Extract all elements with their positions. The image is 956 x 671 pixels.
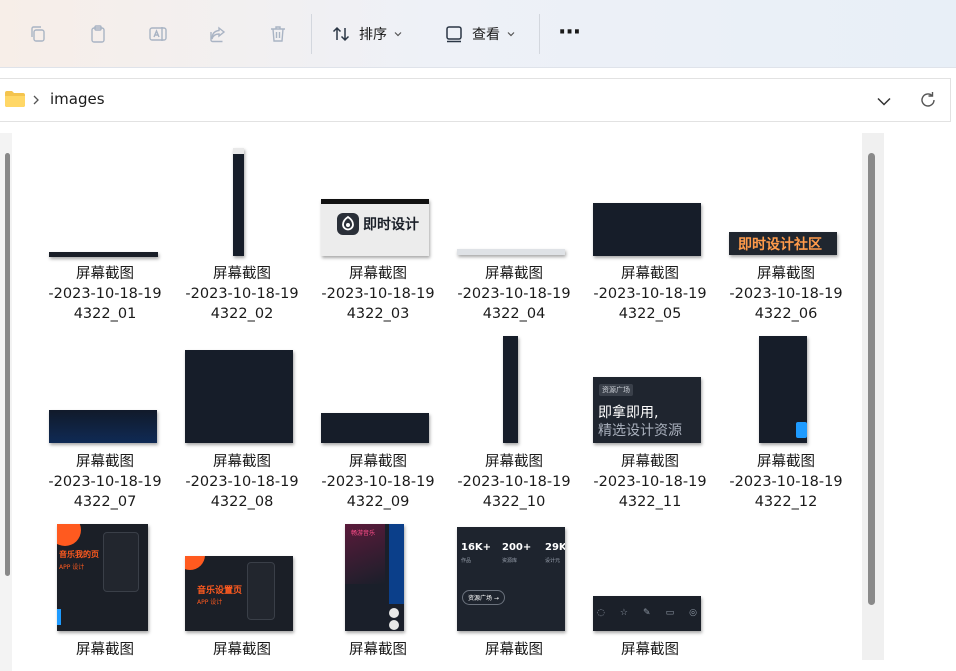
sort-label: 排序 bbox=[359, 27, 387, 43]
file-name[interactable]: 屏幕截图 -2023-10-18-19 4322_03 bbox=[313, 264, 443, 324]
file-thumbnail[interactable] bbox=[503, 336, 518, 443]
file-name[interactable]: 屏幕截图 -2023-10-18-19 4322_12 bbox=[721, 452, 851, 512]
thumbnail-text: 音乐设置页 bbox=[197, 586, 243, 596]
command-bar: 排序 查看 ··· bbox=[0, 0, 956, 68]
folder-icon bbox=[5, 91, 25, 107]
rename-icon[interactable] bbox=[146, 22, 170, 46]
stat-value: 29K bbox=[545, 542, 565, 553]
file-name[interactable]: 屏幕截图 -2023-10-18-19 4322_08 bbox=[177, 452, 307, 512]
address-dropdown-icon[interactable] bbox=[875, 92, 893, 110]
chevron-down-icon bbox=[507, 32, 515, 37]
thumbnail-text: 音乐我的页 bbox=[59, 550, 99, 559]
file-name[interactable]: 屏幕截图 -2023-10-18-19 4322_10 bbox=[449, 452, 579, 512]
view-label: 查看 bbox=[472, 27, 500, 43]
stat-caption: 设计元 bbox=[545, 558, 561, 564]
file-thumbnail[interactable]: 畅游音乐 bbox=[345, 524, 404, 631]
more-options-button[interactable]: ··· bbox=[558, 18, 581, 46]
file-name[interactable]: 屏幕截图 bbox=[40, 640, 170, 660]
file-thumbnail[interactable] bbox=[49, 252, 158, 257]
share-icon[interactable] bbox=[206, 22, 230, 46]
chevron-down-icon bbox=[394, 32, 402, 37]
left-scrollbar-thumb[interactable] bbox=[5, 153, 10, 576]
stat-caption: 作品 bbox=[461, 558, 472, 564]
file-name[interactable]: 屏幕截图 bbox=[313, 640, 443, 660]
paste-icon[interactable] bbox=[86, 22, 110, 46]
file-thumbnail[interactable] bbox=[457, 249, 565, 255]
file-thumbnail[interactable] bbox=[233, 148, 244, 256]
sort-button[interactable]: 排序 bbox=[331, 20, 403, 48]
thumbnail-subtext: APP 设计 bbox=[197, 599, 223, 606]
file-thumbnail[interactable]: 资源广场 即拿即用, 精选设计资源 bbox=[593, 377, 701, 443]
view-button[interactable]: 查看 bbox=[444, 20, 516, 48]
file-thumbnail[interactable] bbox=[321, 413, 429, 443]
app-logo-icon bbox=[337, 213, 359, 235]
file-thumbnail[interactable]: 16K+ 作品 200+ 资源库 29K 设计元 资源广场 → bbox=[457, 527, 565, 631]
stat-value: 200+ bbox=[502, 542, 532, 553]
stat-caption: 资源库 bbox=[502, 558, 518, 564]
thumbnail-text: 即拿即用, bbox=[598, 405, 659, 421]
file-thumbnail[interactable]: 即时设计社区 bbox=[729, 232, 837, 255]
file-name[interactable]: 屏幕截图 -2023-10-18-19 4322_06 bbox=[721, 264, 851, 324]
file-name[interactable]: 屏幕截图 -2023-10-18-19 4322_01 bbox=[40, 264, 170, 324]
file-thumbnail[interactable] bbox=[593, 203, 701, 256]
file-thumbnail[interactable]: 即时设计 bbox=[321, 199, 429, 256]
file-thumbnail[interactable] bbox=[759, 336, 807, 443]
file-thumbnail[interactable] bbox=[49, 410, 157, 443]
delete-icon[interactable] bbox=[266, 22, 290, 46]
thumbnail-tag: 资源广场 bbox=[599, 384, 633, 396]
file-name[interactable]: 屏幕截图 -2023-10-18-19 4322_07 bbox=[40, 452, 170, 512]
sort-icon bbox=[332, 26, 350, 42]
toolbar-separator bbox=[311, 14, 312, 54]
thumbnail-nav: ◌ ☆ ✎ ▭ ◎ bbox=[597, 608, 697, 618]
more-options-icon: ··· bbox=[558, 19, 581, 45]
file-name[interactable]: 屏幕截图 -2023-10-18-19 4322_02 bbox=[177, 264, 307, 324]
file-thumbnail[interactable]: 音乐我的页 APP 设计 bbox=[57, 524, 148, 631]
file-name[interactable]: 屏幕截图 -2023-10-18-19 4322_09 bbox=[313, 452, 443, 512]
file-thumbnail[interactable] bbox=[185, 350, 293, 443]
thumbnail-text: 即时设计 bbox=[363, 217, 419, 233]
file-thumbnail[interactable]: ◌ ☆ ✎ ▭ ◎ bbox=[593, 596, 701, 631]
copy-icon[interactable] bbox=[26, 22, 50, 46]
file-name[interactable]: 屏幕截图 bbox=[177, 640, 307, 660]
view-icon bbox=[446, 26, 462, 43]
thumbnail-subtext: APP 设计 bbox=[59, 564, 85, 571]
stat-value: 16K+ bbox=[461, 542, 492, 553]
thumbnail-text: 即时设计社区 bbox=[738, 237, 822, 253]
address-bar[interactable]: images bbox=[0, 78, 951, 122]
file-name[interactable]: 屏幕截图 -2023-10-18-19 4322_11 bbox=[585, 452, 715, 512]
thumbnail-text: 精选设计资源 bbox=[598, 423, 682, 439]
file-name[interactable]: 屏幕截图 -2023-10-18-19 4322_04 bbox=[449, 264, 579, 324]
scrollbar-thumb[interactable] bbox=[868, 153, 875, 605]
file-name[interactable]: 屏幕截图 bbox=[585, 640, 715, 660]
file-name[interactable]: 屏幕截图 -2023-10-18-19 4322_05 bbox=[585, 264, 715, 324]
thumbnail-text: 畅游音乐 bbox=[351, 530, 376, 537]
breadcrumb-folder[interactable]: images bbox=[50, 90, 105, 108]
thumbnail-button: 资源广场 → bbox=[462, 590, 505, 605]
toolbar-separator bbox=[539, 14, 540, 54]
file-name[interactable]: 屏幕截图 bbox=[449, 640, 579, 660]
refresh-icon[interactable] bbox=[918, 90, 938, 110]
file-thumbnail[interactable]: 音乐设置页 APP 设计 bbox=[185, 556, 293, 631]
breadcrumb-chevron-icon bbox=[33, 95, 39, 105]
